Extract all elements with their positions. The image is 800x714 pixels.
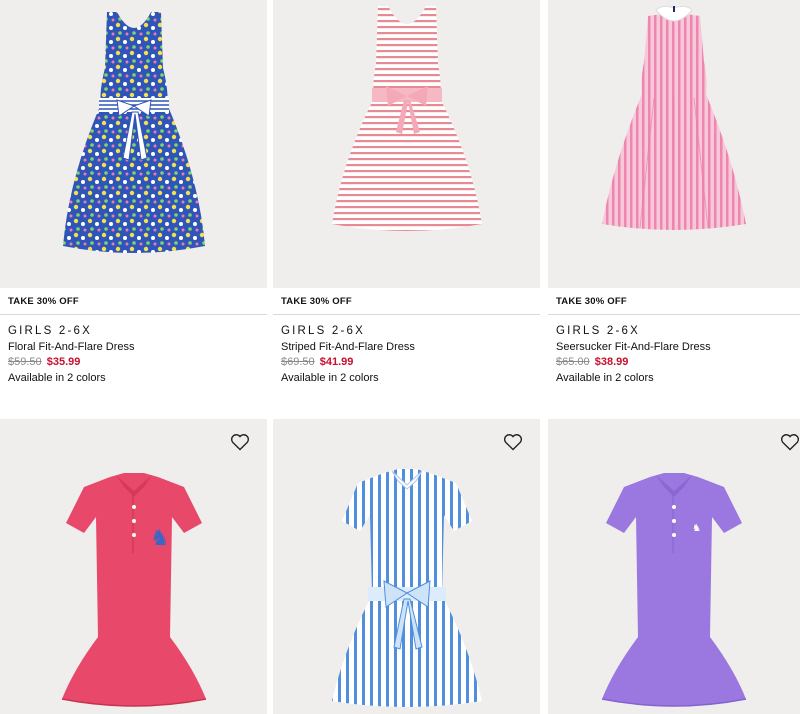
product-category: GIRLS 2-6X (281, 325, 365, 337)
product-image-striped-dress[interactable] (273, 0, 540, 288)
product-grid: TAKE 30% OFF GIRLS 2-6X Floral Fit-And-F… (0, 0, 800, 714)
product-price: $69.50 $41.99 (281, 355, 532, 370)
product-card[interactable]: TAKE 30% OFF GIRLS 2-6X Floral Fit-And-F… (0, 0, 267, 386)
product-image-floral-dress[interactable] (0, 0, 267, 288)
product-price: $65.00 $38.99 (556, 355, 792, 370)
heart-icon[interactable] (780, 433, 800, 451)
sale-price: $35.99 (46, 356, 81, 368)
promo-label: TAKE 30% OFF (273, 288, 540, 315)
seersucker-dress-image (602, 5, 746, 230)
product-name[interactable]: Seersucker Fit-And-Flare Dress (556, 340, 792, 355)
svg-text:♞: ♞ (692, 523, 701, 534)
promo-label: TAKE 30% OFF (0, 288, 267, 315)
striped-dress-image (331, 6, 482, 231)
sale-price: $38.99 (594, 356, 629, 368)
original-price: $69.50 (281, 356, 315, 368)
color-availability: Available in 2 colors (8, 372, 106, 384)
product-card[interactable]: ♞ (0, 419, 267, 714)
heart-icon[interactable] (503, 433, 523, 451)
color-availability: Available in 2 colors (281, 372, 379, 384)
product-price: $59.50 $35.99 (8, 355, 259, 370)
purple-polo-dress-image: ♞ (601, 473, 747, 707)
color-availability: Available in 2 colors (556, 372, 654, 384)
product-card[interactable]: TAKE 30% OFF GIRLS 2-6X Seersucker Fit-A… (548, 0, 800, 386)
pink-polo-dress-image: ♞ (61, 473, 206, 707)
product-category: GIRLS 2-6X (556, 325, 640, 337)
sale-price: $41.99 (319, 356, 354, 368)
heart-icon[interactable] (230, 433, 250, 451)
svg-text:♞: ♞ (150, 526, 170, 551)
floral-dress-image (62, 12, 205, 253)
original-price: $65.00 (556, 356, 590, 368)
original-price: $59.50 (8, 356, 42, 368)
product-category: GIRLS 2-6X (8, 325, 92, 337)
product-name[interactable]: Floral Fit-And-Flare Dress (8, 340, 259, 355)
product-name[interactable]: Striped Fit-And-Flare Dress (281, 340, 532, 355)
product-image-seersucker-dress[interactable] (548, 0, 800, 288)
product-card[interactable] (273, 419, 540, 714)
product-card[interactable]: ♞ (548, 419, 800, 714)
product-card[interactable]: TAKE 30% OFF GIRLS 2-6X Striped Fit-And-… (273, 0, 540, 386)
promo-label: TAKE 30% OFF (548, 288, 800, 315)
product-image-purple-polo-dress[interactable]: ♞ (548, 419, 800, 714)
product-image-pink-polo-dress[interactable]: ♞ (0, 419, 267, 714)
blue-stripe-shirtdress-image (331, 469, 482, 707)
product-image-blue-stripe-shirtdress[interactable] (273, 419, 540, 714)
